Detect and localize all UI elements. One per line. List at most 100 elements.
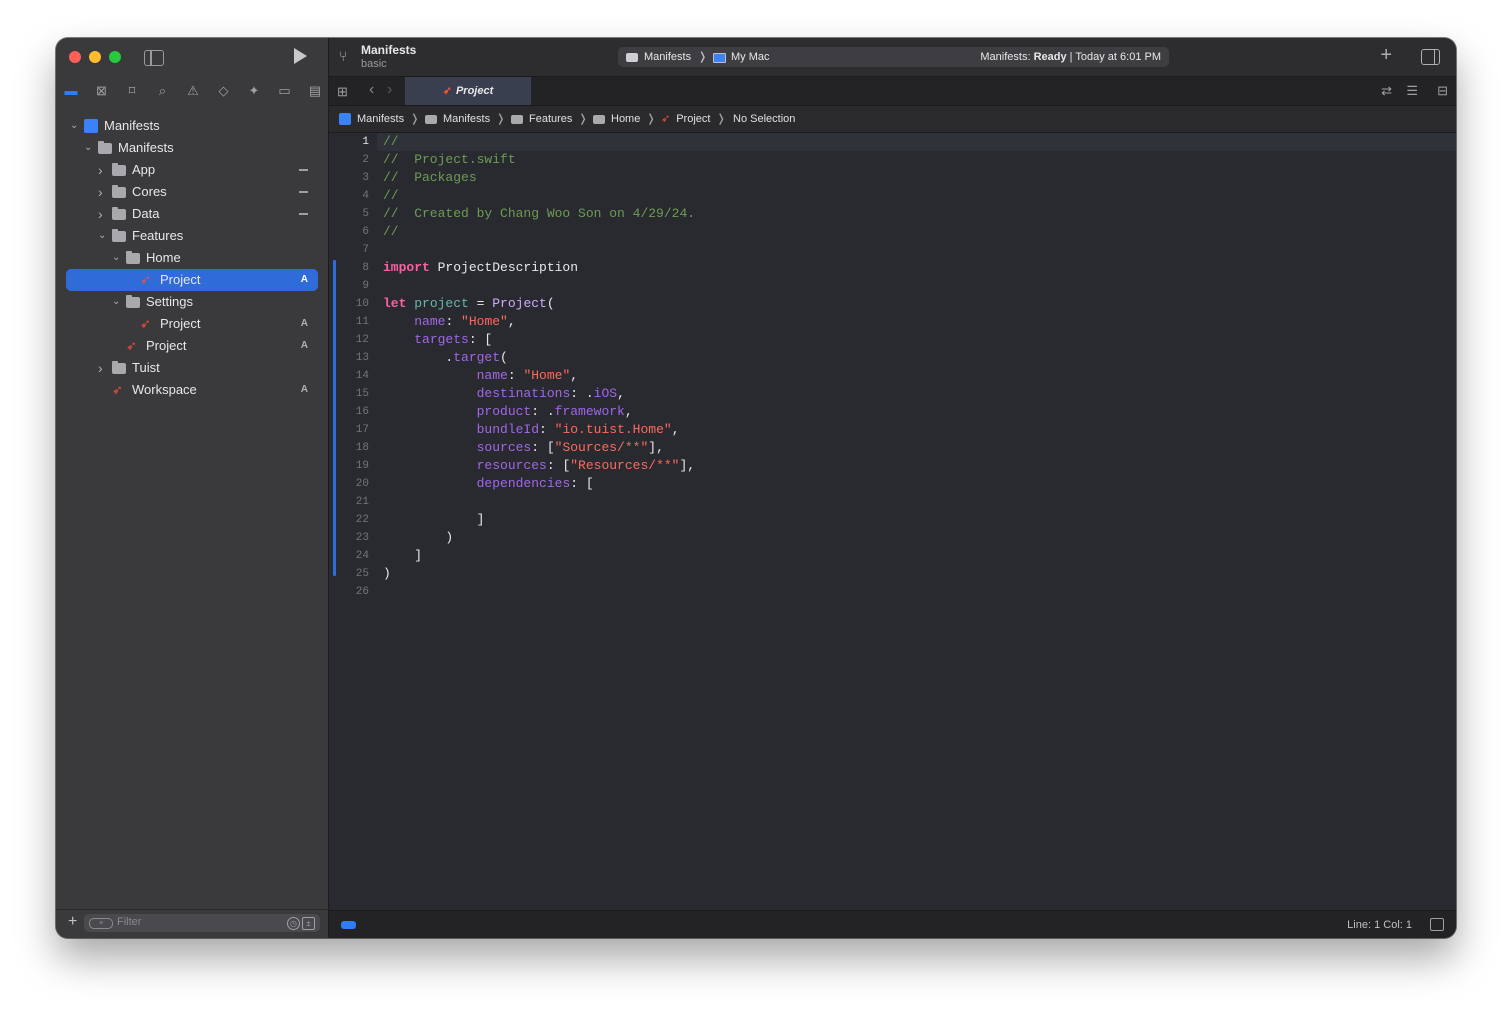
line-number: 12 <box>355 334 369 346</box>
show-debug-area-icon[interactable] <box>1430 918 1444 931</box>
sidebar-toggle-icon[interactable] <box>144 50 164 66</box>
chevron-down-icon[interactable]: ⌄ <box>112 291 122 313</box>
chevron-down-icon[interactable]: ⌄ <box>84 137 94 159</box>
breadcrumb-item[interactable]: Manifests ❭ <box>339 106 419 132</box>
zoom-window-button[interactable] <box>109 51 121 63</box>
code-token: name <box>476 368 508 383</box>
code-token: import <box>383 260 430 275</box>
forward-icon[interactable]: › <box>387 81 392 99</box>
code-line: ) <box>383 529 453 547</box>
editor-options-icon[interactable]: ☰ <box>1406 83 1418 99</box>
code-token: : [ <box>546 458 571 473</box>
line-number: 7 <box>362 244 369 256</box>
code-token: : . <box>531 404 555 419</box>
code-token: : <box>445 314 462 329</box>
branch-icon[interactable]: ⑂ <box>339 48 347 64</box>
bookmark-navigator-icon[interactable]: ⌑ <box>123 82 141 100</box>
source-control-status-badge: A <box>300 340 308 351</box>
chevron-right-icon[interactable]: › <box>98 357 108 379</box>
breakpoint-navigator-icon[interactable]: ▭ <box>276 82 294 100</box>
split-editor-icon[interactable]: ⊟ <box>1437 83 1448 99</box>
code-token: target <box>453 350 501 365</box>
tree-item-label: Home <box>146 250 181 265</box>
debug-navigator-icon[interactable]: ✦ <box>245 82 263 100</box>
line-number: 2 <box>362 154 369 166</box>
swift-file-icon: ➶ <box>661 113 671 125</box>
code-token: ) <box>383 530 454 545</box>
breadcrumb-item[interactable]: ➶ Project ❭ <box>661 106 726 132</box>
code-token: "Home" <box>523 368 571 383</box>
code-editor[interactable]: 1 // 2 // Project.swift 3 // Packages 4 // 5 // C… <box>329 133 1456 910</box>
find-navigator-icon[interactable]: ⌕ <box>154 82 172 100</box>
folder-icon <box>112 185 126 198</box>
chevron-right-icon: ❭ <box>578 113 588 125</box>
source-control-filter-icon[interactable]: ± <box>302 917 315 930</box>
filter-field[interactable]: ≡ Filter ◷ ± <box>84 914 320 932</box>
chevron-down-icon[interactable]: ⌄ <box>112 247 122 269</box>
close-window-button[interactable] <box>69 51 81 63</box>
code-token: // <box>383 188 399 203</box>
code-token: ( <box>546 296 555 311</box>
tree-item[interactable]: ➶ Project A <box>56 313 328 335</box>
tree-item[interactable]: ⌄ Settings <box>56 291 328 313</box>
chevron-right-icon[interactable]: › <box>98 203 108 225</box>
issue-navigator-icon[interactable]: ⚠ <box>184 82 202 100</box>
line-number: 13 <box>355 352 369 364</box>
tree-item[interactable]: ➶ Workspace A <box>56 379 328 401</box>
folder-icon <box>112 229 126 242</box>
line-number: 10 <box>355 298 369 310</box>
related-items-icon[interactable]: ⊞ <box>337 84 348 100</box>
chevron-down-icon[interactable]: ⌄ <box>70 115 80 137</box>
tree-item[interactable]: › App <box>56 159 328 181</box>
source-control-status-badge: A <box>300 318 308 329</box>
library-plus-icon[interactable]: + <box>1380 44 1392 67</box>
filter-options-icon[interactable]: ≡ <box>89 918 113 929</box>
chevron-right-icon[interactable]: › <box>98 181 108 203</box>
back-icon[interactable]: ‹ <box>369 81 374 99</box>
add-file-button[interactable]: + <box>68 913 77 931</box>
tree-item[interactable]: ➶ Project A <box>66 269 318 291</box>
project-navigator-icon[interactable]: ▬ <box>62 82 80 100</box>
tab-project[interactable]: ➶ Project <box>405 77 531 105</box>
debug-area-toggle-icon[interactable] <box>341 921 356 929</box>
tree-item-label: Manifests <box>104 118 160 133</box>
chevron-right-icon: ❭ <box>410 113 420 125</box>
run-icon[interactable] <box>294 48 307 64</box>
report-navigator-icon[interactable]: ▤ <box>306 82 324 100</box>
chevron-right-icon[interactable]: › <box>98 159 108 181</box>
tree-item[interactable]: ⌄ Manifests <box>56 115 328 137</box>
breadcrumb-item[interactable]: Home ❭ <box>593 106 656 132</box>
scheme-selector[interactable]: Manifests <box>644 47 691 67</box>
tree-item[interactable]: › Data <box>56 203 328 225</box>
code-token: project <box>414 296 469 311</box>
breadcrumb-label: Manifests <box>357 113 405 125</box>
navigator-sidebar: ▬ ⊠ ⌑ ⌕ ⚠ ◇ ✦ ▭ ▤ ⌄ Manifests ⌄ Manifests › A… <box>56 38 329 938</box>
line-number: 3 <box>362 172 369 184</box>
tree-item[interactable]: › Cores <box>56 181 328 203</box>
folder-icon <box>112 207 126 220</box>
tree-item[interactable]: › Tuist <box>56 357 328 379</box>
chevron-down-icon[interactable]: ⌄ <box>98 225 108 247</box>
tree-item[interactable]: ⌄ Features <box>56 225 328 247</box>
destination-selector[interactable]: My Mac <box>731 47 770 67</box>
code-line: bundleId: "io.tuist.Home", <box>383 421 680 439</box>
tree-item[interactable]: ⌄ Home <box>56 247 328 269</box>
refresh-icon[interactable]: ⇄ <box>1381 83 1392 99</box>
breadcrumb-item[interactable]: Features ❭ <box>511 106 588 132</box>
source-control-navigator-icon[interactable]: ⊠ <box>93 82 111 100</box>
inspector-toggle-icon[interactable] <box>1421 49 1440 65</box>
code-token: let <box>383 296 407 311</box>
tab-bar: ⊞ ‹ › ➶ Project ⇄ ☰ ⊟ <box>329 77 1456 106</box>
tree-item[interactable]: ➶ Project A <box>56 335 328 357</box>
minimize-window-button[interactable] <box>89 51 101 63</box>
recent-files-icon[interactable]: ◷ <box>287 917 300 930</box>
breadcrumb-item[interactable]: Manifests ❭ <box>425 106 505 132</box>
branch-name: basic <box>361 58 387 70</box>
test-navigator-icon[interactable]: ◇ <box>215 82 233 100</box>
breadcrumb-item[interactable]: No Selection <box>733 106 795 132</box>
tree-item[interactable]: ⌄ Manifests <box>56 137 328 159</box>
